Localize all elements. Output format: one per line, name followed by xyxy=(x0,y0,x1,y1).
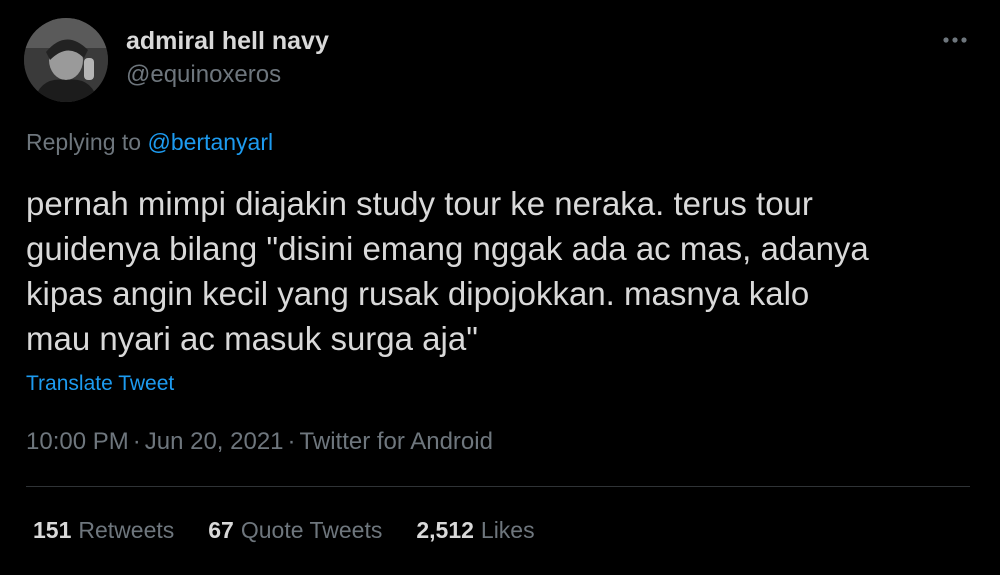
tweet-source[interactable]: Twitter for Android xyxy=(300,428,493,455)
reply-mention-link[interactable]: @bertanyarl xyxy=(147,129,273,155)
translate-tweet-link[interactable]: Translate Tweet xyxy=(26,372,174,396)
tweet-text-line: kipas angin kecil yang rusak dipojokkan.… xyxy=(26,275,810,312)
meta-separator: · xyxy=(132,428,141,455)
tweet-text-line: pernah mimpi diajakin study tour ke nera… xyxy=(26,185,813,222)
tweet-text-line: guidenya bilang "disini emang nggak ada … xyxy=(26,230,869,267)
likes-count: 2,512 xyxy=(416,517,474,543)
quote-tweets-stat[interactable]: 67 Quote Tweets xyxy=(208,517,382,544)
likes-stat[interactable]: 2,512 Likes xyxy=(416,517,534,544)
replying-to: Replying to @bertanyarl xyxy=(26,129,273,156)
display-name[interactable]: admiral hell navy xyxy=(126,27,329,56)
meta-separator: · xyxy=(287,428,296,455)
profile-photo-icon xyxy=(24,18,108,102)
tweet-card: admiral hell navy @equinoxeros Replying … xyxy=(0,0,1000,575)
tweet-metadata: 10:00 PM · Jun 20, 2021 · Twitter for Androi… xyxy=(26,428,493,456)
engagement-stats: 151 Retweets 67 Quote Tweets 2,512 Likes xyxy=(33,517,535,544)
tweet-text-line: mau nyari ac masuk surga aja" xyxy=(26,320,478,357)
retweets-stat[interactable]: 151 Retweets xyxy=(33,517,174,544)
likes-label: Likes xyxy=(480,517,535,543)
tweet-text: pernah mimpi diajakin study tour ke nera… xyxy=(26,181,986,361)
tweet-date[interactable]: Jun 20, 2021 xyxy=(145,428,284,455)
user-handle[interactable]: @equinoxeros xyxy=(126,61,281,89)
quote-tweets-label: Quote Tweets xyxy=(240,517,383,543)
tweet-time[interactable]: 10:00 PM xyxy=(26,428,129,455)
divider xyxy=(26,486,970,487)
quote-tweets-count: 67 xyxy=(208,517,234,543)
ellipsis-icon[interactable] xyxy=(940,28,970,52)
avatar[interactable] xyxy=(24,18,108,102)
retweets-count: 151 xyxy=(33,517,72,543)
replying-prefix: Replying to xyxy=(26,129,142,155)
retweets-label: Retweets xyxy=(78,517,175,543)
